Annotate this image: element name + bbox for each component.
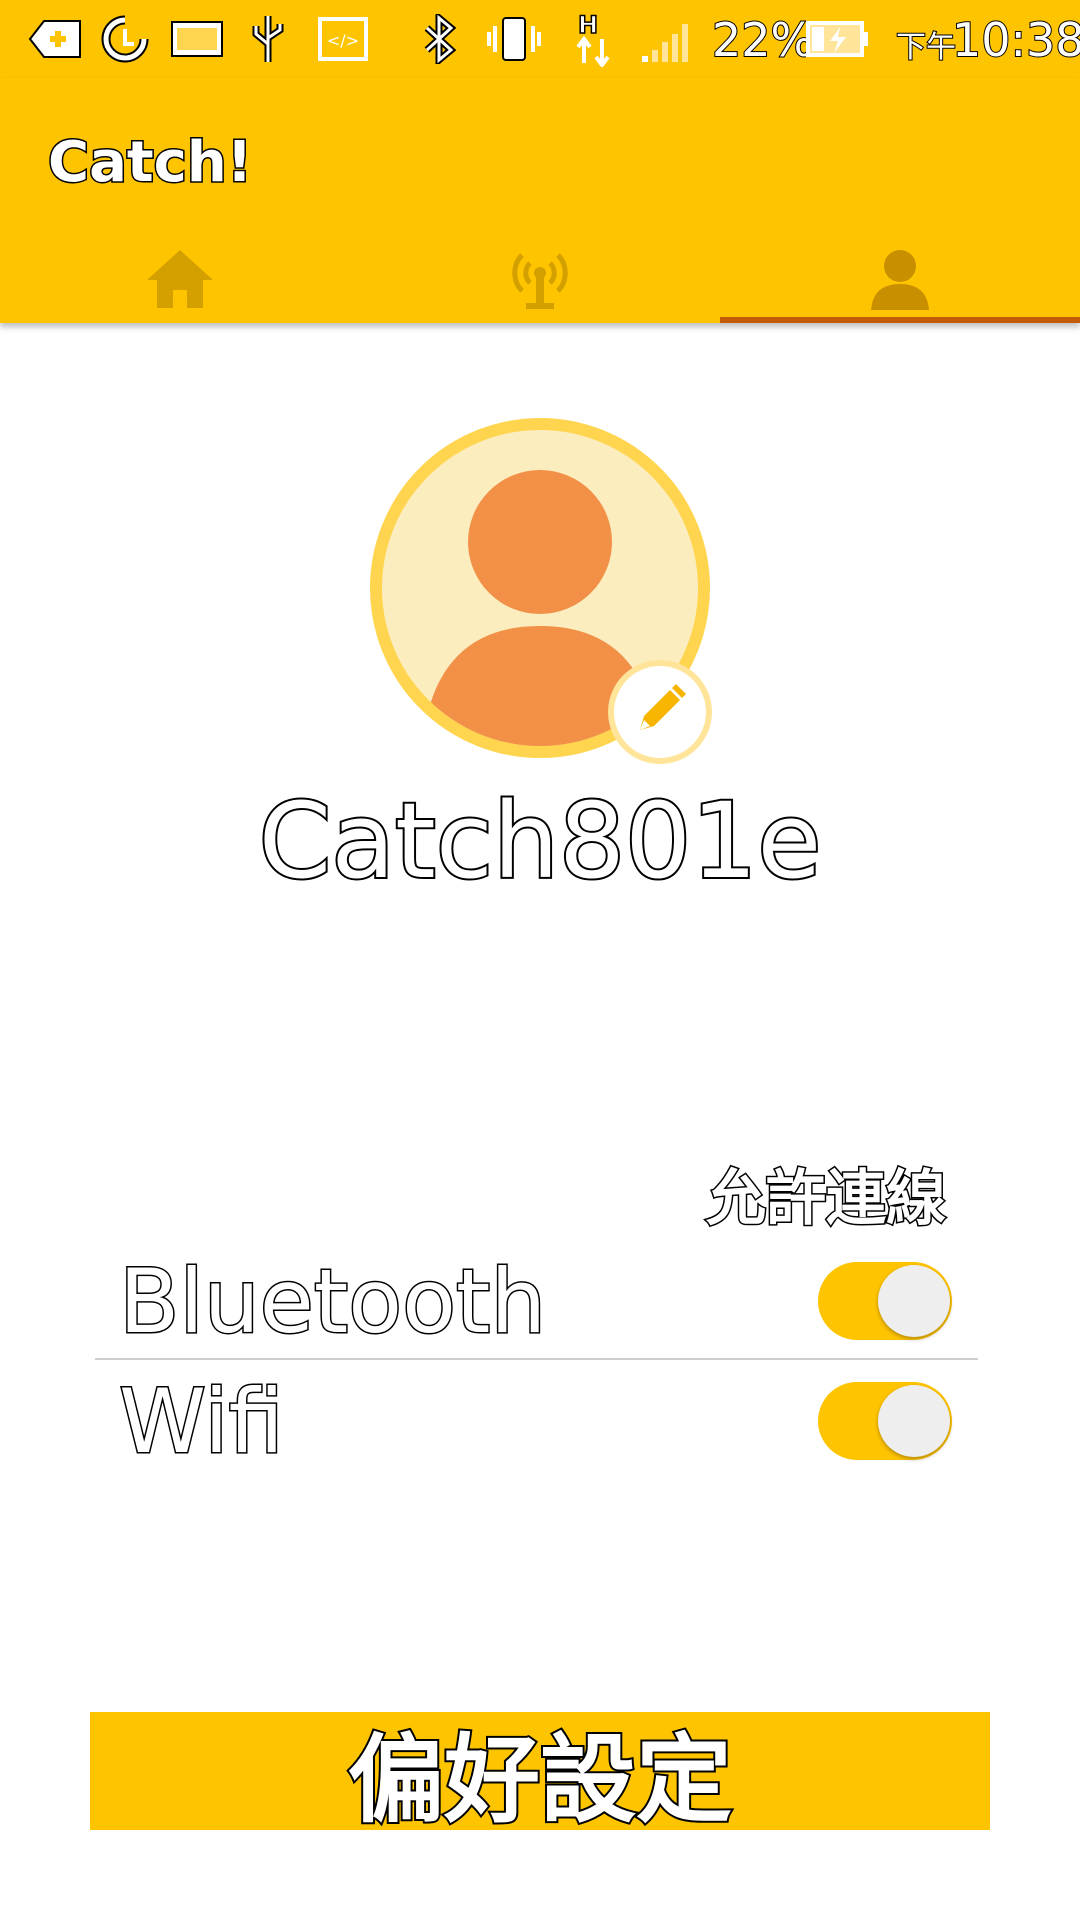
antenna-icon	[508, 247, 572, 315]
app-title: Catch!	[46, 129, 253, 197]
person-icon	[869, 248, 931, 314]
tab-connections[interactable]	[360, 238, 720, 323]
svg-text:</>: </>	[327, 31, 359, 50]
bluetooth-label: Bluetooth	[117, 1249, 547, 1355]
bluetooth-toggle[interactable]	[818, 1262, 952, 1340]
divider	[95, 1358, 978, 1360]
image-icon	[168, 12, 226, 66]
wifi-toggle-knob	[878, 1385, 950, 1457]
hspa-data-icon: H	[570, 11, 618, 67]
clock-ampm: 下午	[895, 29, 957, 66]
vibrate-icon	[484, 12, 544, 66]
wifi-row: Wifi	[95, 1362, 978, 1480]
bluetooth-icon	[420, 12, 460, 66]
usb-icon	[244, 12, 292, 66]
bluetooth-toggle-knob	[878, 1265, 950, 1337]
battery-charging-icon	[806, 12, 870, 66]
username: Catch801e	[257, 778, 824, 904]
bluetooth-row: Bluetooth	[95, 1242, 978, 1360]
sync-icon	[98, 12, 152, 66]
tab-home[interactable]	[0, 238, 360, 323]
signal-icon	[640, 12, 698, 66]
wifi-label: Wifi	[118, 1369, 286, 1475]
svg-text:H: H	[578, 11, 598, 39]
pencil-icon	[632, 682, 688, 742]
home-icon	[145, 248, 215, 314]
allow-connection-heading: 允許連線	[705, 1163, 948, 1236]
developer-code-icon: </>	[316, 12, 370, 66]
status-bar: </> H 22% 下午 10:38	[0, 0, 1080, 78]
profile-screen: </> H 22% 下午 10:38 Catch! Catch801e 允許連線…	[0, 0, 1080, 1920]
battery-percent: 22%	[711, 12, 815, 68]
preferences-button[interactable]: 偏好設定	[90, 1712, 990, 1838]
wifi-toggle[interactable]	[818, 1382, 952, 1460]
app-bar: Catch!	[0, 78, 1080, 323]
edit-avatar-button[interactable]	[608, 660, 712, 764]
add-notification-icon	[26, 12, 84, 66]
tab-profile[interactable]	[720, 238, 1080, 323]
preferences-button-label: 偏好設定	[346, 1722, 734, 1838]
selected-tab-indicator	[720, 317, 1080, 323]
clock-time: 10:38	[951, 12, 1080, 68]
